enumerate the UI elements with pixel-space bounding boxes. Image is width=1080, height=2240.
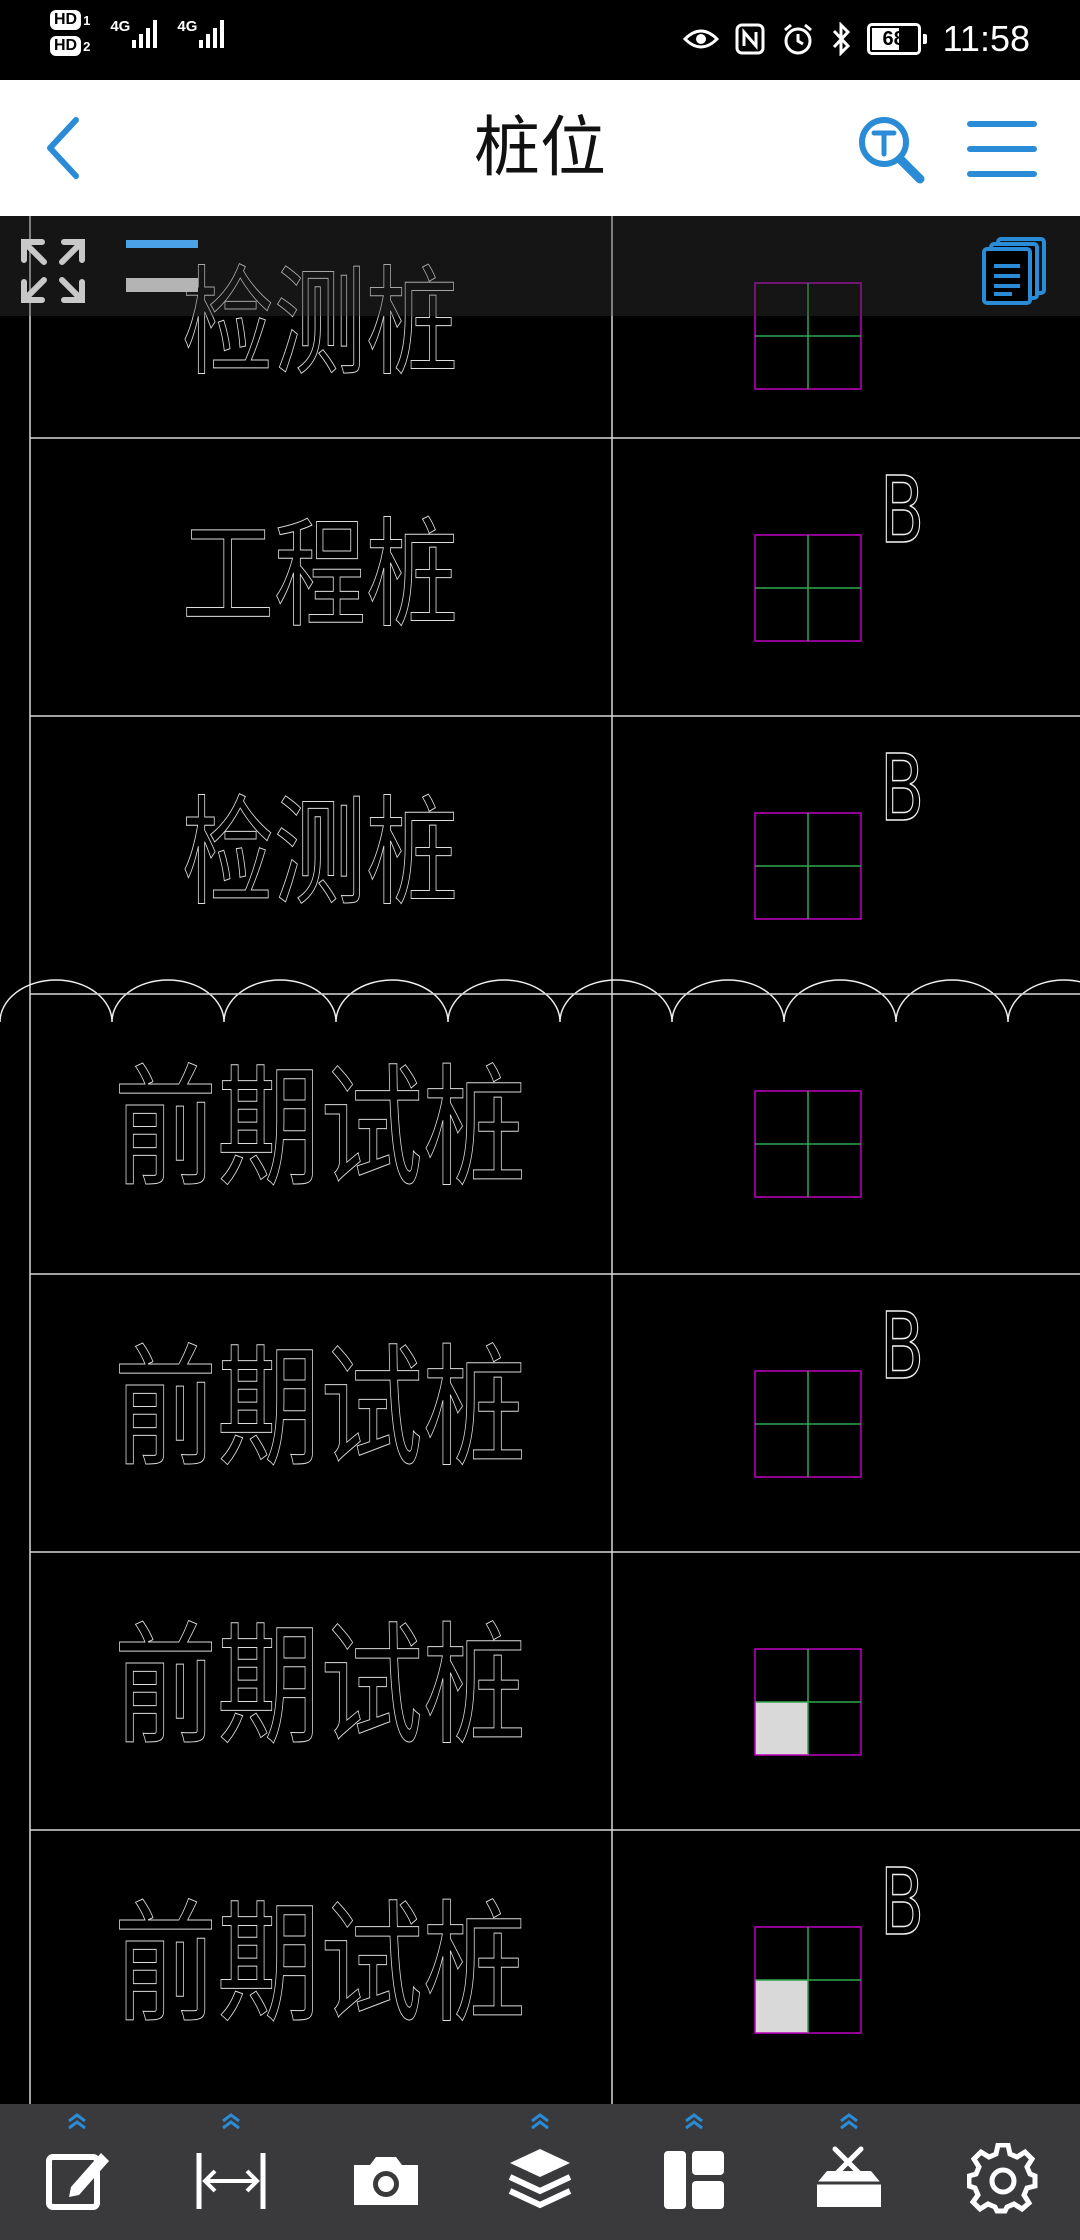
panel-toggle-icon (126, 240, 198, 292)
sim2-number: 2 (83, 38, 91, 54)
alarm-clock-icon (783, 23, 812, 55)
menu-button[interactable] (966, 116, 1038, 182)
drawing-canvas[interactable]: 检测桩 工程桩 B 检测桩 B 前期试桩 前期试桩 B 前期试桩 前期试桩 B (0, 216, 1080, 2104)
measure-tool-button[interactable] (171, 2104, 291, 2240)
pile-type-label: 前期试桩 (114, 1888, 527, 2043)
layout-icon (664, 2151, 725, 2209)
revision-cloud-line (0, 979, 1080, 1023)
camera-icon (353, 2157, 418, 2205)
app-header: 桩位 (0, 80, 1080, 216)
canvas-tool-overlay (0, 216, 1080, 316)
sim2-badge: HD 2 (50, 36, 90, 56)
layouts-button[interactable] (980, 236, 1048, 306)
hamburger-menu-icon (967, 121, 1037, 177)
panel-toggle-button[interactable] (124, 238, 200, 296)
sim2-hd-label: HD (50, 36, 82, 56)
sim-indicators: HD 1 HD 2 (50, 10, 90, 56)
expander-chevron-icon (68, 2113, 87, 2130)
pile-mark-label: B (879, 735, 925, 842)
battery-level: 68 (882, 27, 905, 50)
network-signal-1: 4G (110, 18, 158, 48)
pile-type-label: 前期试桩 (114, 1052, 527, 1207)
pile-mark-label: B (879, 457, 925, 564)
fullscreen-expand-button[interactable] (18, 236, 88, 306)
fullscreen-expand-icon (21, 239, 85, 303)
signal-bars-icon (199, 18, 225, 48)
pile-mark-label: B (879, 1293, 925, 1400)
signal-bars-icon (132, 18, 158, 48)
text-search-icon (859, 117, 925, 184)
expander-chevron-icon (531, 2113, 549, 2130)
pile-type-label: 前期试桩 (114, 1332, 527, 1487)
sim1-hd-label: HD (50, 10, 82, 30)
layers-icon (508, 2149, 572, 2209)
bottom-toolbar (0, 2104, 1080, 2240)
status-bar-left: HD 1 HD 2 4G 4G (50, 10, 225, 56)
pile-type-label: 工程桩 (181, 505, 459, 644)
measure-icon (196, 2153, 266, 2209)
expander-chevron-icon (685, 2113, 704, 2130)
battery-icon: 68 (866, 23, 927, 55)
text-search-button[interactable] (854, 112, 928, 186)
status-bar-right: 68 11:58 (682, 14, 1030, 64)
expander-chevron-icon (839, 2113, 858, 2130)
layout-tool-button[interactable] (634, 2104, 754, 2240)
layers-tool-button[interactable] (480, 2104, 600, 2240)
toolbox-icon (816, 2146, 881, 2207)
nfc-icon (735, 23, 765, 55)
eye-comfort-icon (682, 29, 719, 49)
pile-symbol-fill (755, 1980, 808, 2033)
sim1-number: 1 (83, 12, 91, 28)
pile-type-label: 检测桩 (181, 783, 459, 922)
sheets-icon (982, 237, 1046, 305)
annotate-tool-button[interactable] (17, 2104, 137, 2240)
edit-annotation-icon (46, 2153, 110, 2210)
pile-type-label: 前期试桩 (114, 1610, 527, 1765)
camera-tool-button[interactable] (326, 2104, 446, 2240)
pile-symbol-fill (755, 1702, 808, 1755)
bluetooth-icon (832, 22, 850, 56)
network-type-1: 4G (110, 18, 131, 35)
toolbox-tool-button[interactable] (789, 2104, 909, 2240)
network-signal-2: 4G (177, 18, 225, 48)
status-bar: HD 1 HD 2 4G 4G 68 11:58 (0, 0, 1080, 80)
chevron-left-icon (47, 117, 79, 179)
pile-mark-label: B (879, 1849, 925, 1956)
sim1-badge: HD 1 (50, 10, 90, 30)
settings-gear-icon (966, 2143, 1038, 2214)
back-button[interactable] (40, 116, 90, 180)
status-time: 11:58 (942, 18, 1030, 59)
settings-tool-button[interactable] (943, 2104, 1063, 2240)
network-type-2: 4G (177, 18, 198, 35)
expander-chevron-icon (222, 2113, 241, 2130)
